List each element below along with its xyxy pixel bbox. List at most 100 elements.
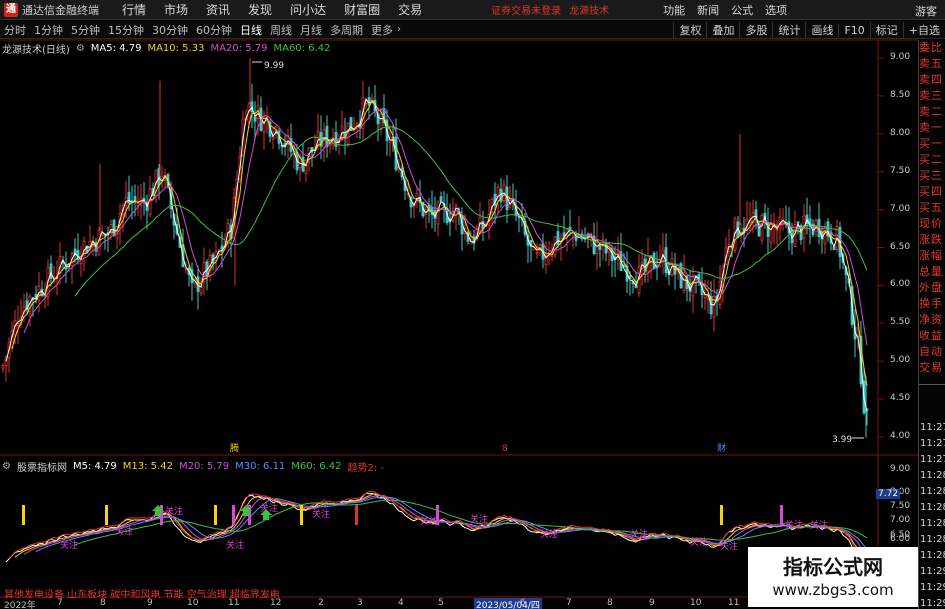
- signal-bar: [232, 505, 235, 525]
- candle-body: [16, 323, 20, 326]
- date-label: 10: [690, 598, 702, 608]
- m13-label: M13: 5.42: [122, 460, 173, 472]
- candle-body: [1, 365, 5, 369]
- tick-time: 11:27: [920, 438, 945, 449]
- event-marker: 财: [717, 442, 726, 454]
- quote-panel: 委比 卖五 卖四 卖三 卖二 卖一 买一 买二 买三 买四 买五 现价 涨跌 涨幅 总量 外盘 换手 净资 收益 自动…: [918, 40, 945, 609]
- annotation-label: 关注: [226, 539, 244, 551]
- settings-gear-icon[interactable]: ⚙: [2, 461, 11, 472]
- quote-label: 卖五: [919, 57, 943, 70]
- quote-label: 买五: [919, 201, 943, 214]
- tick-time: 11:27: [920, 422, 945, 433]
- quote-label: 卖三: [919, 89, 943, 102]
- candle-body: [760, 214, 764, 241]
- m20-label: M20: 5.79: [178, 460, 230, 472]
- quote-label: 换手: [919, 297, 943, 310]
- y-tick-label: 9.00: [890, 464, 911, 474]
- y-tick-label: 5.00: [890, 355, 911, 366]
- date-label: 3: [357, 598, 363, 608]
- ma10-label: MA10: 5.33: [147, 42, 205, 54]
- annotation-label: 关注: [165, 505, 183, 517]
- chart-title: 龙源技术(日线): [2, 44, 70, 56]
- signal-bar: [214, 505, 217, 525]
- tick-time: 11:28: [920, 502, 945, 513]
- date-label: 8: [607, 598, 613, 608]
- quote-label: 收益: [919, 329, 943, 342]
- tick-time: 11:29: [920, 598, 945, 609]
- m5-label: M5: 4.79: [72, 460, 117, 472]
- signal-bar: [720, 505, 723, 525]
- y-tick-label: 6.00: [890, 279, 911, 290]
- date-cursor-badge: 2023/05/04/四: [474, 598, 542, 609]
- annotation-label: 关注: [115, 525, 133, 537]
- concept-bar[interactable]: 其他发电设备 山东板块 碳中和风电 节能 空气治理 超临界发电: [0, 586, 760, 598]
- quote-label: 交易: [919, 361, 943, 374]
- y-tick-label: 6.00: [890, 534, 911, 544]
- y-tick-label: 7.50: [890, 165, 911, 176]
- annotation-label: 关注: [630, 528, 648, 540]
- y-tick-label: 7.00: [890, 203, 911, 214]
- y-tick-label: 6.50: [890, 241, 911, 252]
- tick-time: 11:28: [920, 534, 945, 545]
- quote-label: 涨幅: [919, 249, 943, 262]
- y-tick-label: 7.00: [890, 515, 911, 525]
- date-label: 6: [520, 598, 526, 608]
- quote-label: 委比: [919, 41, 943, 54]
- annotation-label: 关注: [470, 513, 488, 525]
- date-label: 2: [318, 598, 324, 608]
- y-tick-label: 7.50: [890, 501, 911, 511]
- tick-time: 11:28: [920, 550, 945, 561]
- trend-line: [8, 490, 868, 572]
- y-tick-label: 9.00: [890, 52, 911, 62]
- candle-body: [439, 196, 443, 202]
- annotation-label: 关注: [690, 536, 708, 548]
- kline-chart[interactable]: 关注关注关注关注关注关注关注 关注关注 关注关注 关注关注关注 9.993.99腾 8 财: [0, 0, 945, 609]
- y-tick-label: 5.50: [890, 317, 911, 328]
- high-price-label: 9.99: [264, 61, 284, 71]
- quote-label: 卖一: [919, 121, 943, 134]
- date-label: 5: [438, 598, 444, 608]
- date-label: 4: [398, 598, 404, 608]
- candle-body: [775, 229, 779, 232]
- candle-body: [556, 231, 560, 246]
- y-tick-label: 4.00: [890, 431, 911, 441]
- annotation-label: 关注: [420, 515, 438, 527]
- tick-time: 11:28: [920, 518, 945, 529]
- watermark-title: 指标公式网: [783, 555, 883, 579]
- tick-time: 11:27: [920, 454, 945, 465]
- date-label: 12: [270, 598, 282, 608]
- low-price-label: 3.99: [832, 435, 852, 445]
- event-marker: 腾: [230, 442, 239, 454]
- m20-line: [23, 494, 868, 559]
- annotation-label: 关注: [785, 519, 803, 531]
- indicator-name: 股票指标网: [16, 462, 67, 474]
- candle-body: [436, 201, 440, 225]
- watermark-url: www.zbgs3.com: [772, 581, 894, 599]
- candle-body: [604, 242, 608, 254]
- quote-label: 涨跌: [919, 233, 943, 246]
- date-label: 10: [187, 598, 199, 608]
- candle-body: [415, 192, 419, 199]
- signal-bar: [22, 505, 25, 525]
- annotation-label: 关注: [540, 528, 558, 540]
- sub-chart-header: ⚙ 股票指标网 M5: 4.79 M13: 5.42 M20: 5.79 M30…: [0, 459, 390, 474]
- candle-body: [253, 116, 257, 122]
- quote-label: 卖二: [919, 105, 943, 118]
- signal-bar: [780, 505, 783, 525]
- quote-label: 买三: [919, 169, 943, 182]
- quote-label: 卖四: [919, 73, 943, 86]
- annotation-label: 关注: [312, 508, 330, 520]
- y-tick-label: 4.50: [890, 393, 911, 404]
- candle-body: [133, 196, 137, 202]
- y-tick-label: 8.50: [890, 89, 911, 100]
- settings-gear-icon[interactable]: ⚙: [76, 43, 85, 54]
- candle-body: [325, 125, 329, 147]
- date-label: 9: [649, 598, 655, 608]
- m13-line: [14, 493, 868, 567]
- y-tick-label: 8.00: [890, 127, 911, 138]
- main-chart-header: 龙源技术(日线) ⚙ MA5: 4.79 MA10: 5.33 MA20: 5.…: [0, 41, 336, 56]
- date-label: 8: [100, 598, 106, 608]
- signal-bar: [105, 505, 108, 525]
- tick-time: 11:29: [920, 566, 945, 577]
- event-marker: 8: [502, 444, 508, 454]
